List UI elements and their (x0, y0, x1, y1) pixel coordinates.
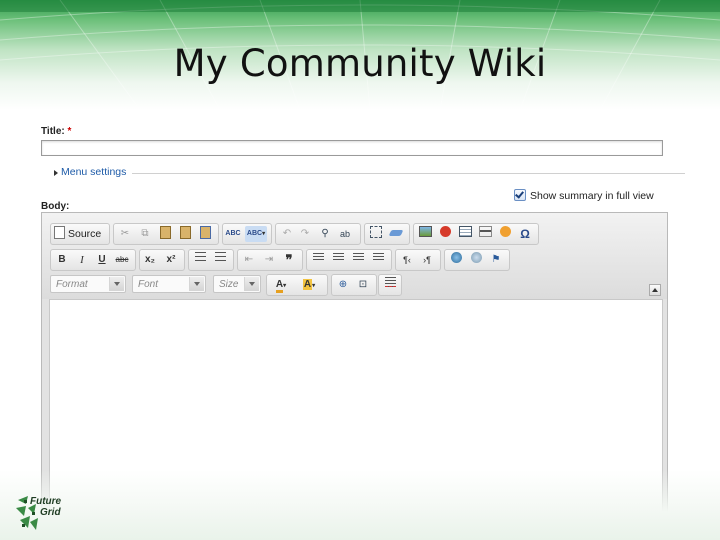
logo-line-grid: Grid (40, 507, 61, 518)
select-all-icon[interactable] (368, 226, 384, 242)
image-icon[interactable] (417, 226, 433, 242)
spellcheck-group: ABC ABC▾ (222, 223, 272, 245)
slide: My Community Wiki Title: * Menu settings… (0, 0, 720, 540)
align-left-icon[interactable] (310, 252, 326, 268)
show-blocks-icon[interactable]: ⊡ (355, 277, 371, 293)
flash-icon[interactable] (437, 226, 453, 242)
undo-find-group: ↶ ↷ ⚲ ab (275, 223, 361, 245)
subscript-button[interactable]: x₂ (142, 252, 158, 268)
collapse-toolbar-button[interactable] (649, 284, 661, 296)
title-label: Title: * (41, 126, 71, 137)
slide-title: My Community Wiki (173, 42, 547, 85)
format-select-label: Format (56, 279, 88, 290)
title-label-text: Title: (41, 126, 65, 137)
select-remove-group (364, 223, 410, 245)
align-group (306, 249, 392, 271)
body-label: Body: (41, 201, 70, 212)
replace-icon[interactable]: ab (337, 226, 353, 242)
justify-icon[interactable] (370, 252, 386, 268)
smiley-icon[interactable] (497, 226, 513, 242)
undo-icon[interactable]: ↶ (279, 226, 295, 242)
text-direction-rtl-icon[interactable]: ›¶ (419, 252, 435, 268)
copy-icon[interactable]: ⧉ (137, 226, 153, 242)
required-asterisk: * (67, 126, 72, 137)
indent-icon[interactable]: ⇥ (261, 252, 277, 268)
horizontal-rule-icon[interactable] (477, 226, 493, 242)
logo-line-future: Future (30, 496, 62, 507)
find-icon[interactable]: ⚲ (317, 226, 333, 242)
size-select[interactable]: Size (213, 275, 261, 293)
logo-text: Future Grid (30, 496, 61, 518)
unlink-icon[interactable] (468, 252, 484, 268)
show-summary-label: Show summary in full view (530, 190, 654, 202)
source-button[interactable]: Source (54, 226, 106, 242)
chevron-down-icon (109, 277, 124, 291)
color-group: A▾ A▾ (266, 274, 328, 296)
text-direction-ltr-icon[interactable]: ¶‹ (399, 252, 415, 268)
special-char-icon[interactable]: Ω (517, 226, 533, 242)
menu-settings-label: Menu settings (61, 166, 127, 178)
maximize-icon[interactable]: ⊕ (335, 277, 351, 293)
menu-settings-toggle[interactable]: Menu settings (41, 166, 133, 180)
bulleted-list-icon[interactable] (212, 252, 228, 268)
bottom-fade-decoration (0, 470, 720, 540)
size-select-label: Size (219, 279, 239, 290)
title-input[interactable] (41, 140, 663, 156)
bold-button[interactable]: B (54, 252, 70, 268)
table-icon[interactable] (457, 226, 473, 242)
strike-button[interactable]: abc (114, 252, 130, 268)
direction-group: ¶‹ ›¶ (395, 249, 441, 271)
redo-icon[interactable]: ↷ (297, 226, 313, 242)
remove-format-icon[interactable] (388, 226, 404, 242)
paste-text-icon[interactable] (177, 226, 193, 242)
align-center-icon[interactable] (330, 252, 346, 268)
bg-color-button[interactable]: A▾ (298, 277, 320, 293)
indent-group: ⇤ ⇥ ❞ (237, 249, 303, 271)
numbered-list-icon[interactable] (192, 252, 208, 268)
editor-toolbar: Source ✂ ⧉ ABC ABC▾ ↶ ↷ ⚲ ab Ω B I U abc… (42, 213, 667, 299)
basic-styles-group: B I U abc (50, 249, 136, 271)
clipboard-group: ✂ ⧉ (113, 223, 219, 245)
source-group: Source (50, 223, 110, 245)
format-select[interactable]: Format (50, 275, 126, 293)
font-select[interactable]: Font (132, 275, 206, 293)
source-label: Source (68, 228, 102, 240)
outdent-icon[interactable]: ⇤ (241, 252, 257, 268)
text-color-button[interactable]: A▾ (270, 277, 292, 293)
menu-settings-divider (41, 173, 685, 174)
chevron-down-icon (189, 277, 204, 291)
blockquote-icon[interactable]: ❞ (281, 252, 297, 268)
insert-group: Ω (413, 223, 539, 245)
superscript-button[interactable]: x² (163, 252, 179, 268)
link-group: ⚑ (444, 249, 510, 271)
spellcheck-abc-text: ABC (225, 230, 241, 237)
spell-as-you-type-icon[interactable]: ABC▾ (245, 226, 267, 242)
chevron-down-icon (244, 277, 259, 291)
cut-icon[interactable]: ✂ (117, 226, 133, 242)
rich-text-editor: Source ✂ ⧉ ABC ABC▾ ↶ ↷ ⚲ ab Ω B I U abc… (41, 212, 668, 515)
paste-icon[interactable] (157, 226, 173, 242)
show-summary-checkbox[interactable] (514, 189, 526, 201)
spell-as-you-type-abc-text: ABC (246, 230, 263, 237)
expand-triangle-icon (54, 170, 58, 176)
font-select-label: Font (138, 279, 159, 290)
bg-color-letter: A (302, 279, 313, 290)
link-icon[interactable] (448, 252, 464, 268)
anchor-flag-icon[interactable]: ⚑ (488, 252, 504, 268)
paste-word-icon[interactable] (197, 226, 213, 242)
italic-button[interactable]: I (74, 252, 90, 268)
list-group (188, 249, 234, 271)
underline-button[interactable]: U (94, 252, 110, 268)
tools-group: ⊕ ⊡ (331, 274, 377, 296)
source-doc-icon (54, 226, 65, 239)
script-group: x₂ x² (139, 249, 185, 271)
pagebreak-group (378, 274, 402, 296)
align-right-icon[interactable] (350, 252, 366, 268)
page-break-icon[interactable] (382, 277, 398, 293)
spellcheck-icon[interactable]: ABC (225, 226, 241, 242)
